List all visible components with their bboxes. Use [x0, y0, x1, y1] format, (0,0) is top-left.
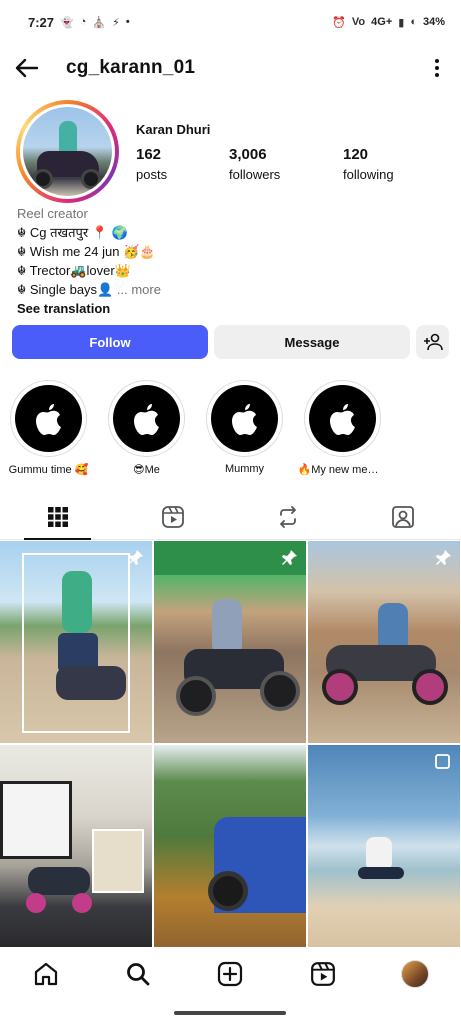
- following-count: 120: [343, 146, 369, 163]
- volte-icon: Vo: [351, 16, 366, 28]
- post-thumbnail[interactable]: [308, 541, 460, 743]
- following-stat[interactable]: 120 following: [343, 146, 394, 182]
- pin-icon: [282, 550, 297, 565]
- posts-stat[interactable]: 162 posts: [136, 146, 167, 182]
- post-thumbnail[interactable]: [0, 745, 152, 947]
- bio-line-with-more: ☬ Single bays👤 ... more: [17, 280, 447, 299]
- more-options-icon[interactable]: [427, 55, 447, 81]
- post-thumbnail[interactable]: [308, 745, 460, 947]
- battery-level: 34%: [422, 16, 445, 28]
- post-thumbnail[interactable]: [154, 745, 306, 947]
- followers-count: 3,006: [229, 146, 267, 163]
- back-arrow-icon[interactable]: [14, 55, 40, 81]
- tab-tagged[interactable]: [346, 494, 461, 539]
- snapchat-icon: 👻: [60, 16, 74, 29]
- post-thumbnail[interactable]: [0, 541, 152, 743]
- nav-home[interactable]: [23, 951, 69, 997]
- profile-username: cg_karann_01: [66, 57, 196, 78]
- search-icon: [127, 963, 150, 986]
- highlight-label: Mummy: [224, 463, 265, 475]
- home-indicator[interactable]: [174, 1011, 286, 1015]
- bio-category: Reel creator: [17, 206, 88, 221]
- post-thumbnail[interactable]: [154, 541, 306, 743]
- highlight-label: 🔥My new memb...: [297, 464, 388, 476]
- notification-icon: ⛪: [92, 16, 107, 29]
- create-post-icon: [218, 961, 243, 987]
- display-name: Karan Dhuri: [136, 122, 211, 137]
- highlight-item[interactable]: 😎Me: [108, 380, 185, 476]
- bio-line: ☬ Single bays👤: [17, 282, 114, 297]
- battery-icon: ◐: [410, 16, 417, 28]
- highlight-label: Gummu time 🥰: [8, 464, 89, 476]
- followers-stat[interactable]: 3,006 followers: [229, 146, 280, 182]
- status-time: 7:27: [28, 14, 55, 30]
- reels-icon: [310, 962, 335, 986]
- posts-grid: [0, 541, 461, 947]
- profile-actions: Follow Message: [12, 325, 449, 359]
- status-bar: 7:27 👻 ◔ ⛪ ⚡ • ⏰ Vo 4G+ ▮ ◐ 34%: [0, 0, 461, 44]
- apple-logo-icon: [15, 385, 82, 452]
- tagged-icon: [392, 505, 415, 528]
- whatsapp-icon: ◔: [79, 16, 87, 28]
- following-label: following: [343, 167, 394, 182]
- profile-avatar-icon: [400, 960, 429, 988]
- profile-avatar[interactable]: [16, 100, 119, 203]
- bio-line: ☬ Cg तखतपुर 📍 🌍: [17, 225, 128, 240]
- tab-reels[interactable]: [115, 494, 230, 539]
- repost-icon: [280, 505, 297, 528]
- highlight-label: 😎Me: [133, 464, 160, 476]
- dot-icon: •: [125, 16, 130, 28]
- followers-label: followers: [229, 167, 281, 182]
- apple-logo-icon: [211, 385, 278, 452]
- posts-count: 162: [136, 146, 162, 163]
- apple-logo-icon: [309, 385, 376, 452]
- nav-create[interactable]: [207, 951, 253, 997]
- nav-profile[interactable]: [392, 951, 438, 997]
- signal-icon: ▮: [398, 16, 405, 29]
- bio-line: ☬ Wish me 24 jun 🥳🎂: [17, 244, 156, 259]
- follow-button[interactable]: Follow: [12, 325, 208, 359]
- see-translation-link[interactable]: See translation: [17, 299, 447, 318]
- profile-bio: Reel creator ☬ Cg तखतपुर 📍 🌍 ☬ Wish me 2…: [17, 204, 447, 318]
- add-person-icon: [423, 333, 443, 351]
- bio-more-link[interactable]: ... more: [117, 282, 161, 297]
- tab-posts-grid[interactable]: [0, 494, 115, 540]
- bio-line: ☬ Trector🚜lover👑: [17, 263, 131, 278]
- story-highlights: Gummu time 🥰 😎Me Mummy 🔥My new memb...: [9, 380, 461, 476]
- nav-reels[interactable]: [300, 951, 346, 997]
- network-type: 4G+: [371, 16, 393, 28]
- pin-icon: [436, 550, 451, 565]
- suggested-users-button[interactable]: [416, 325, 449, 359]
- highlight-item[interactable]: Gummu time 🥰: [9, 380, 88, 476]
- pin-icon: [128, 550, 143, 565]
- apple-logo-icon: [113, 385, 180, 452]
- posts-label: posts: [136, 167, 168, 182]
- highlight-item[interactable]: 🔥My new memb...: [298, 380, 388, 476]
- home-icon: [34, 962, 58, 986]
- grid-icon: [47, 506, 68, 527]
- bolt-icon: ⚡: [112, 16, 120, 29]
- reels-icon: [161, 505, 184, 528]
- profile-header: cg_karann_01: [0, 48, 461, 88]
- tab-reposts[interactable]: [231, 494, 346, 539]
- message-button[interactable]: Message: [214, 325, 410, 359]
- nav-search[interactable]: [115, 951, 161, 997]
- bottom-navigation: [0, 950, 461, 998]
- carousel-icon: [435, 754, 450, 769]
- highlight-item[interactable]: Mummy: [206, 380, 283, 476]
- alarm-icon: ⏰: [332, 16, 346, 29]
- profile-tabs: [0, 494, 461, 540]
- avatar-photo: [23, 107, 112, 196]
